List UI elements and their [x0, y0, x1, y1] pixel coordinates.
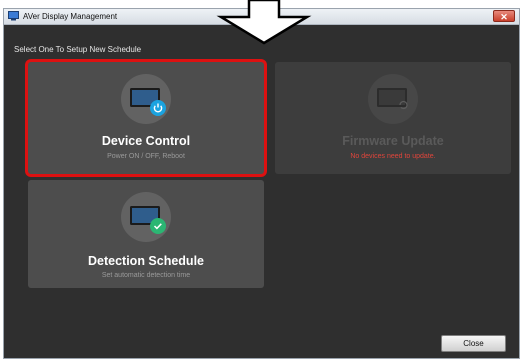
app-monitor-icon [8, 11, 19, 21]
card-subtitle: Set automatic detection time [101, 272, 191, 279]
window-title: AVer Display Management [23, 12, 118, 21]
card-subtitle: Power ON / OFF, Reboot [107, 153, 185, 160]
card-title: Firmware Update [342, 134, 444, 148]
app-window: AVer Display Management ✕ Select One To … [3, 8, 520, 359]
monitor-check-icon [121, 192, 171, 242]
card-subtitle: No devices need to update. [350, 153, 436, 160]
setup-prompt: Select One To Setup New Schedule [14, 45, 142, 54]
title-bar: AVer Display Management ✕ [4, 9, 519, 25]
card-title: Device Control [101, 134, 191, 148]
device-control-card[interactable]: Device Control Power ON / OFF, Reboot [28, 62, 264, 174]
monitor-refresh-icon [368, 74, 418, 124]
window-close-button[interactable]: ✕ [493, 10, 515, 22]
firmware-update-card: Firmware Update No devices need to updat… [275, 62, 511, 174]
close-button[interactable]: Close [441, 335, 506, 352]
monitor-power-icon [121, 74, 171, 124]
card-title: Detection Schedule [88, 254, 204, 268]
detection-schedule-card[interactable]: Detection Schedule Set automatic detecti… [28, 180, 264, 288]
